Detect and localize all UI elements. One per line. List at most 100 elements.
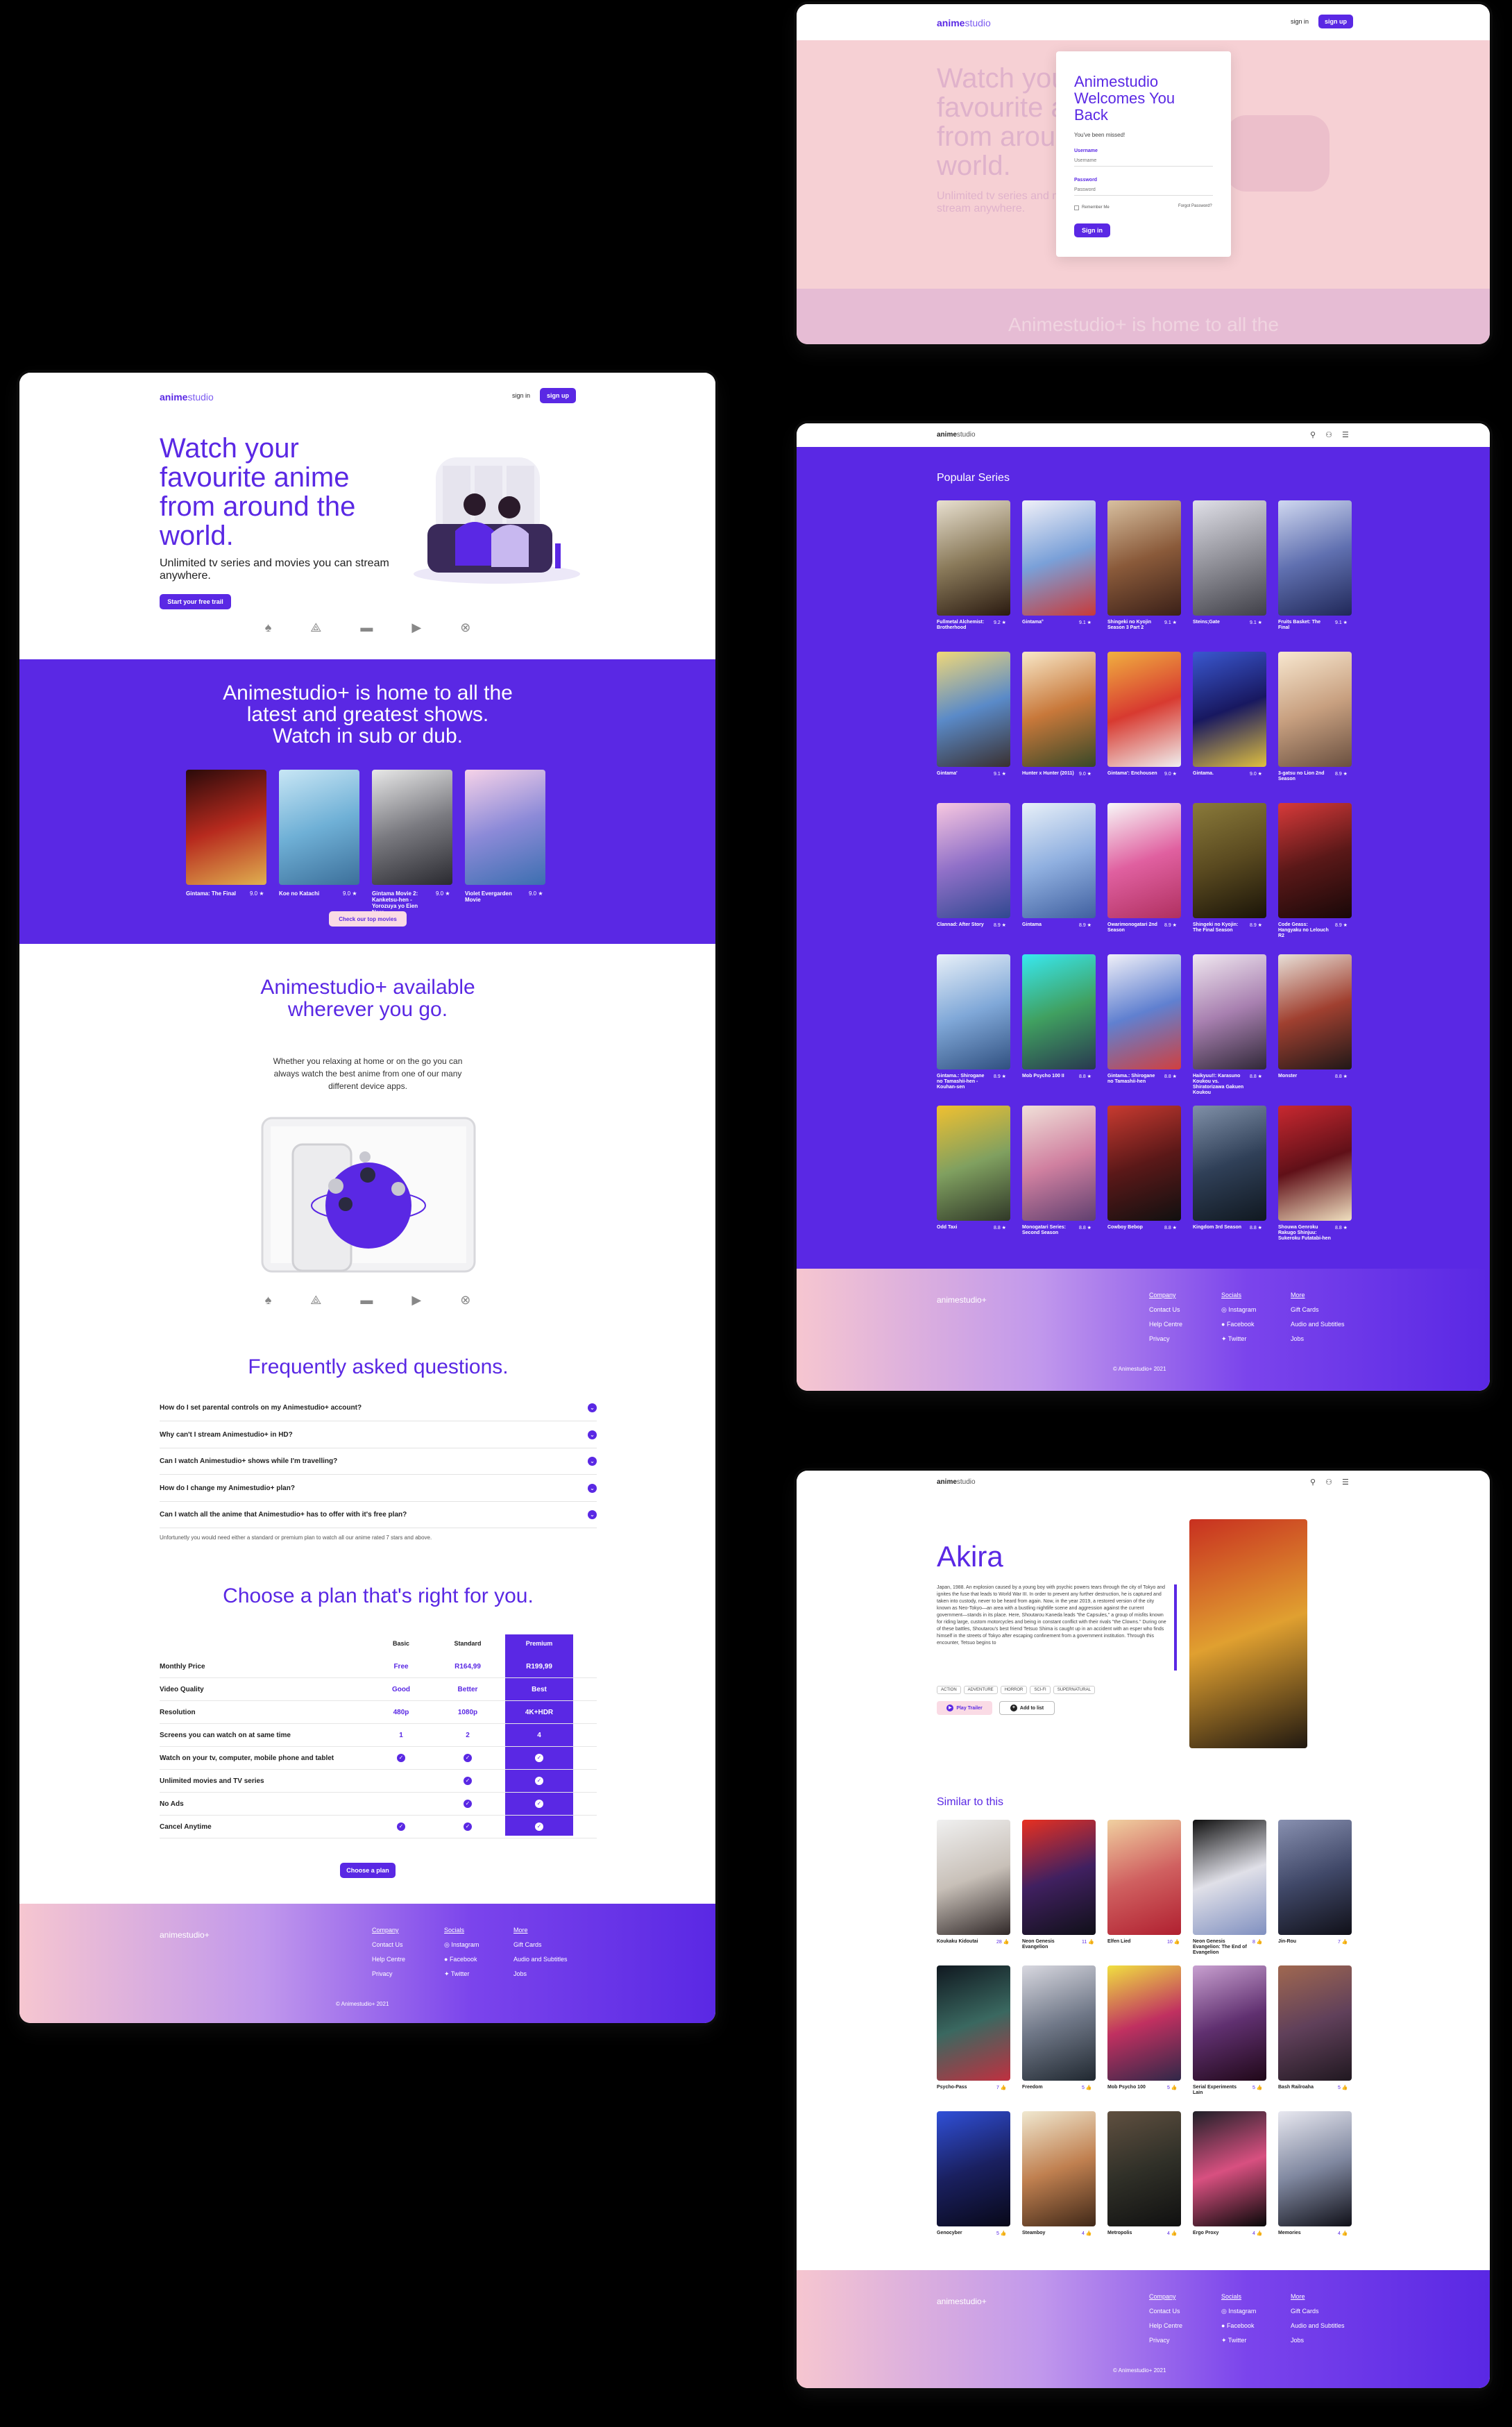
faq-item[interactable]: How do I change my Animestudio+ plan? ⌄ bbox=[160, 1475, 597, 1502]
series-poster[interactable] bbox=[1193, 652, 1266, 767]
similar-poster[interactable] bbox=[1107, 1965, 1181, 2081]
series-poster[interactable] bbox=[1278, 1106, 1352, 1221]
faq-item[interactable]: How do I set parental controls on my Ani… bbox=[160, 1395, 597, 1421]
similar-poster[interactable] bbox=[1022, 2111, 1096, 2226]
logo[interactable]: animestudio bbox=[937, 1478, 976, 1486]
series-poster[interactable] bbox=[1193, 803, 1266, 918]
remember-checkbox[interactable] bbox=[1074, 205, 1079, 210]
series-poster[interactable] bbox=[937, 652, 1010, 767]
menu-icon[interactable]: ☰ bbox=[1342, 1478, 1349, 1487]
similar-poster[interactable] bbox=[937, 1820, 1010, 1935]
search-icon[interactable]: ⚲ bbox=[1310, 1478, 1316, 1487]
footer-link[interactable]: Privacy bbox=[372, 1967, 405, 1981]
user-icon[interactable]: ⚇ bbox=[1325, 430, 1332, 439]
similar-poster[interactable] bbox=[937, 2111, 1010, 2226]
menu-icon[interactable]: ☰ bbox=[1342, 430, 1349, 439]
facebook-link[interactable]: ● Facebook bbox=[1221, 1317, 1256, 1332]
footer-link[interactable]: Jobs bbox=[1291, 2333, 1345, 2348]
series-poster[interactable] bbox=[1278, 954, 1352, 1069]
footer-link[interactable]: Gift Cards bbox=[1291, 2304, 1345, 2319]
twitter-link[interactable]: ✦ Twitter bbox=[1221, 1332, 1256, 1346]
password-input[interactable] bbox=[1074, 185, 1213, 196]
movie-poster[interactable] bbox=[186, 770, 266, 885]
series-poster[interactable] bbox=[937, 1106, 1010, 1221]
similar-poster[interactable] bbox=[1107, 1820, 1181, 1935]
user-icon[interactable]: ⚇ bbox=[1325, 1478, 1332, 1487]
series-poster[interactable] bbox=[1278, 500, 1352, 616]
series-poster[interactable] bbox=[1193, 1106, 1266, 1221]
twitter-link[interactable]: ✦ Twitter bbox=[444, 1967, 479, 1981]
series-poster[interactable] bbox=[1278, 803, 1352, 918]
facebook-link[interactable]: ● Facebook bbox=[1221, 2319, 1256, 2333]
movie-poster[interactable] bbox=[465, 770, 545, 885]
signin-link[interactable]: sign in bbox=[512, 392, 530, 399]
series-poster[interactable] bbox=[937, 954, 1010, 1069]
footer-link[interactable]: Jobs bbox=[513, 1967, 568, 1981]
series-poster[interactable] bbox=[937, 500, 1010, 616]
add-to-list-button[interactable]: + Add to list bbox=[999, 1701, 1055, 1715]
footer-link[interactable]: Audio and Subtitles bbox=[513, 1952, 568, 1967]
series-poster[interactable] bbox=[1022, 803, 1096, 918]
genre-tag[interactable]: ACTION bbox=[937, 1686, 961, 1694]
footer-link[interactable]: Help Centre bbox=[372, 1952, 405, 1967]
instagram-link[interactable]: ◎ Instagram bbox=[1221, 2304, 1256, 2319]
footer-link[interactable]: Audio and Subtitles bbox=[1291, 1317, 1345, 1332]
play-trailer-button[interactable]: ▶ Play Trailer bbox=[937, 1701, 992, 1715]
signup-button[interactable]: sign up bbox=[1318, 15, 1354, 28]
similar-poster[interactable] bbox=[1107, 2111, 1181, 2226]
twitter-link[interactable]: ✦ Twitter bbox=[1221, 2333, 1256, 2348]
choose-plan-button[interactable]: Choose a plan bbox=[340, 1863, 396, 1878]
similar-poster[interactable] bbox=[1193, 2111, 1266, 2226]
similar-poster[interactable] bbox=[1193, 1965, 1266, 2081]
signin-link[interactable]: sign in bbox=[1291, 18, 1309, 25]
faq-item[interactable]: Can I watch Animestudio+ shows while I'm… bbox=[160, 1448, 597, 1475]
footer-link[interactable]: Help Centre bbox=[1149, 2319, 1182, 2333]
top-movies-button[interactable]: Check our top movies bbox=[329, 911, 407, 927]
genre-tag[interactable]: HORROR bbox=[1000, 1686, 1028, 1694]
series-poster[interactable] bbox=[1022, 500, 1096, 616]
movie-poster[interactable] bbox=[372, 770, 452, 885]
series-poster[interactable] bbox=[1022, 652, 1096, 767]
faq-item[interactable]: Why can't I stream Animestudio+ in HD? ⌄ bbox=[160, 1422, 597, 1448]
footer-link[interactable]: Jobs bbox=[1291, 1332, 1345, 1346]
similar-poster[interactable] bbox=[1022, 1820, 1096, 1935]
footer-link[interactable]: Privacy bbox=[1149, 2333, 1182, 2348]
footer-link[interactable]: Privacy bbox=[1149, 1332, 1182, 1346]
similar-poster[interactable] bbox=[937, 1965, 1010, 2081]
series-poster[interactable] bbox=[1022, 1106, 1096, 1221]
series-poster[interactable] bbox=[937, 803, 1010, 918]
similar-poster[interactable] bbox=[1278, 1965, 1352, 2081]
series-poster[interactable] bbox=[1193, 500, 1266, 616]
genre-tag[interactable]: SCI-FI bbox=[1030, 1686, 1051, 1694]
series-poster[interactable] bbox=[1022, 954, 1096, 1069]
movie-poster[interactable] bbox=[279, 770, 359, 885]
logo[interactable]: animestudio bbox=[937, 431, 976, 439]
series-poster[interactable] bbox=[1107, 1106, 1181, 1221]
footer-link[interactable]: Help Centre bbox=[1149, 1317, 1182, 1332]
logo[interactable]: animestudio bbox=[160, 391, 214, 403]
genre-tag[interactable]: SUPERNATURAL bbox=[1053, 1686, 1095, 1694]
search-icon[interactable]: ⚲ bbox=[1310, 430, 1316, 439]
footer-link[interactable]: Contact Us bbox=[1149, 1303, 1182, 1317]
series-poster[interactable] bbox=[1193, 954, 1266, 1069]
facebook-link[interactable]: ● Facebook bbox=[444, 1952, 479, 1967]
similar-poster[interactable] bbox=[1022, 1965, 1096, 2081]
footer-link[interactable]: Contact Us bbox=[372, 1938, 405, 1952]
series-poster[interactable] bbox=[1107, 500, 1181, 616]
instagram-link[interactable]: ◎ Instagram bbox=[1221, 1303, 1256, 1317]
signin-submit-button[interactable]: Sign in bbox=[1074, 223, 1110, 237]
similar-poster[interactable] bbox=[1278, 1820, 1352, 1935]
similar-poster[interactable] bbox=[1278, 2111, 1352, 2226]
series-poster[interactable] bbox=[1107, 803, 1181, 918]
logo[interactable]: animestudio bbox=[937, 17, 991, 28]
username-input[interactable] bbox=[1074, 155, 1213, 167]
series-poster[interactable] bbox=[1107, 954, 1181, 1069]
footer-link[interactable]: Gift Cards bbox=[1291, 1303, 1345, 1317]
forgot-password-link[interactable]: Forgot Password? bbox=[1178, 204, 1212, 208]
series-poster[interactable] bbox=[1107, 652, 1181, 767]
similar-poster[interactable] bbox=[1193, 1820, 1266, 1935]
instagram-link[interactable]: ◎ Instagram bbox=[444, 1938, 479, 1952]
genre-tag[interactable]: ADVENTURE bbox=[963, 1686, 998, 1694]
free-trial-button[interactable]: Start your free trail bbox=[160, 594, 231, 609]
footer-link[interactable]: Gift Cards bbox=[513, 1938, 568, 1952]
